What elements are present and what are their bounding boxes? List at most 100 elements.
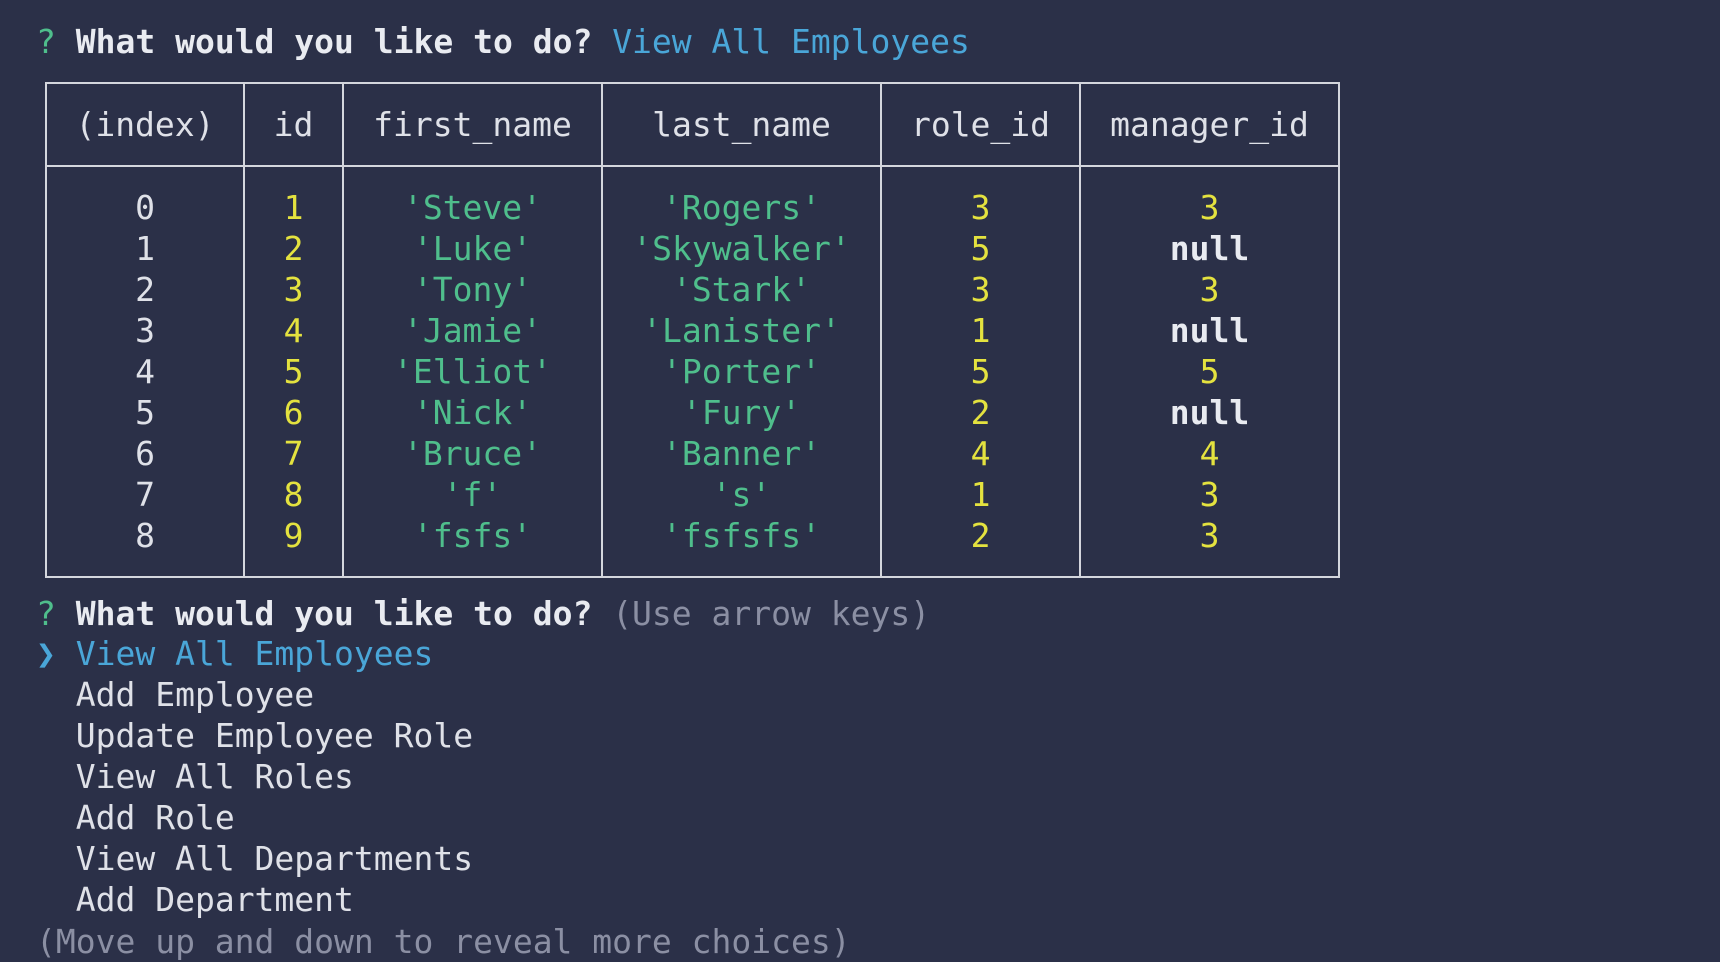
table-row: 5 6 'Nick' 'Fury' 2 null xyxy=(45,392,1340,433)
cell-id: 3 xyxy=(243,269,344,310)
cell-last-name: 'Fury' xyxy=(601,392,882,433)
cell-role-id: 4 xyxy=(880,433,1081,474)
prompt-hint: (Use arrow keys) xyxy=(612,594,931,633)
cell-index: 8 xyxy=(45,515,245,577)
cell-index: 6 xyxy=(45,433,245,474)
choice-label: View All Employees xyxy=(75,634,434,673)
header-first-name: first_name xyxy=(342,83,603,167)
cell-first-name: 'Jamie' xyxy=(342,310,603,351)
prompt-line-active: ? What would you like to do? (Use arrow … xyxy=(36,593,930,634)
table-header-row: (index) id first_name last_name role_id … xyxy=(45,83,1340,167)
cell-first-name: 'f' xyxy=(342,474,603,515)
choice-indent xyxy=(36,716,56,755)
choice-indent xyxy=(36,798,56,837)
prompt-answer: View All Employees xyxy=(612,22,970,61)
choice-item[interactable]: Update Employee Role xyxy=(36,715,473,756)
choice-indent xyxy=(36,757,56,796)
header-manager-id: manager_id xyxy=(1079,83,1340,167)
cell-last-name: 'Porter' xyxy=(601,351,882,392)
employees-table: (index) id first_name last_name role_id … xyxy=(45,82,1340,578)
cell-last-name: 'Stark' xyxy=(601,269,882,310)
cell-index: 0 xyxy=(45,166,245,228)
prompt-marker: ? xyxy=(36,22,56,61)
cell-first-name: 'Bruce' xyxy=(342,433,603,474)
cell-manager-id: 4 xyxy=(1079,433,1340,474)
header-index: (index) xyxy=(45,83,245,167)
choice-item[interactable]: View All Departments xyxy=(36,838,473,879)
choice-item[interactable]: Add Department xyxy=(36,879,354,920)
cell-first-name: 'Elliot' xyxy=(342,351,603,392)
cell-id: 6 xyxy=(243,392,344,433)
table-row: 1 2 'Luke' 'Skywalker' 5 null xyxy=(45,228,1340,269)
choice-label: Add Employee xyxy=(75,675,315,714)
prompt-marker: ? xyxy=(36,594,56,633)
cell-id: 1 xyxy=(243,166,344,228)
choice-indent xyxy=(36,880,56,919)
cell-manager-id: 3 xyxy=(1079,166,1340,228)
more-choices-hint: (Move up and down to reveal more choices… xyxy=(36,922,851,961)
cell-first-name: 'Nick' xyxy=(342,392,603,433)
choice-item[interactable]: Add Role xyxy=(36,797,235,838)
cell-id: 7 xyxy=(243,433,344,474)
table-row: 4 5 'Elliot' 'Porter' 5 5 xyxy=(45,351,1340,392)
choice-label: Add Department xyxy=(75,880,354,919)
choice-label: Add Role xyxy=(75,798,235,837)
cell-last-name: 'Rogers' xyxy=(601,166,882,228)
cell-manager-id: 3 xyxy=(1079,269,1340,310)
cell-role-id: 5 xyxy=(880,351,1081,392)
cell-first-name: 'Tony' xyxy=(342,269,603,310)
cell-role-id: 3 xyxy=(880,166,1081,228)
cell-role-id: 2 xyxy=(880,392,1081,433)
cell-role-id: 2 xyxy=(880,515,1081,577)
cell-manager-id: 3 xyxy=(1079,474,1340,515)
cell-manager-id: 5 xyxy=(1079,351,1340,392)
choice-label: View All Departments xyxy=(75,839,474,878)
prompt-line-answered: ? What would you like to do? View All Em… xyxy=(36,21,970,62)
header-role-id: role_id xyxy=(880,83,1081,167)
cell-first-name: 'Steve' xyxy=(342,166,603,228)
cell-index: 7 xyxy=(45,474,245,515)
cell-last-name: 'Skywalker' xyxy=(601,228,882,269)
choice-item[interactable]: ❯ View All Employees xyxy=(36,633,433,674)
choice-indent xyxy=(36,839,56,878)
cell-manager-id: 3 xyxy=(1079,515,1340,577)
cell-index: 2 xyxy=(45,269,245,310)
cell-manager-id: null xyxy=(1079,228,1340,269)
table-body: 0 1 'Steve' 'Rogers' 3 3 1 2 'Luke' 'Skywalker' 5 n… xyxy=(45,166,1340,577)
cell-last-name: 'Banner' xyxy=(601,433,882,474)
cell-first-name: 'Luke' xyxy=(342,228,603,269)
choice-label: Update Employee Role xyxy=(75,716,474,755)
cell-last-name: 's' xyxy=(601,474,882,515)
cell-id: 5 xyxy=(243,351,344,392)
cell-role-id: 1 xyxy=(880,310,1081,351)
cell-role-id: 1 xyxy=(880,474,1081,515)
table-row: 8 9'fsfs''fsfsfs' 2 3 xyxy=(45,515,1340,577)
cell-index: 1 xyxy=(45,228,245,269)
cell-index: 3 xyxy=(45,310,245,351)
cell-role-id: 5 xyxy=(880,228,1081,269)
prompt-question: What would you like to do? xyxy=(75,594,593,633)
cell-manager-id: null xyxy=(1079,310,1340,351)
prompt-question: What would you like to do? xyxy=(75,22,593,61)
cell-id: 2 xyxy=(243,228,344,269)
table-row: 2 3 'Tony' 'Stark' 3 3 xyxy=(45,269,1340,310)
cell-role-id: 3 xyxy=(880,269,1081,310)
choice-label: View All Roles xyxy=(75,757,354,796)
cell-id: 8 xyxy=(243,474,344,515)
cell-id: 9 xyxy=(243,515,344,577)
choice-item[interactable]: Add Employee xyxy=(36,674,314,715)
table-row: 6 7 'Bruce' 'Banner' 4 4 xyxy=(45,433,1340,474)
header-last-name: last_name xyxy=(601,83,882,167)
header-id: id xyxy=(243,83,344,167)
cell-last-name: 'Lanister' xyxy=(601,310,882,351)
choice-item[interactable]: View All Roles xyxy=(36,756,354,797)
choice-indent xyxy=(36,675,56,714)
cell-first-name: 'fsfs' xyxy=(342,515,603,577)
table-row: 0 1 'Steve' 'Rogers' 3 3 xyxy=(45,166,1340,228)
cell-index: 5 xyxy=(45,392,245,433)
cell-last-name: 'fsfsfs' xyxy=(601,515,882,577)
selection-pointer-icon: ❯ xyxy=(36,634,56,673)
table-row: 7 8'f''s' 1 3 xyxy=(45,474,1340,515)
cell-index: 4 xyxy=(45,351,245,392)
cell-id: 4 xyxy=(243,310,344,351)
